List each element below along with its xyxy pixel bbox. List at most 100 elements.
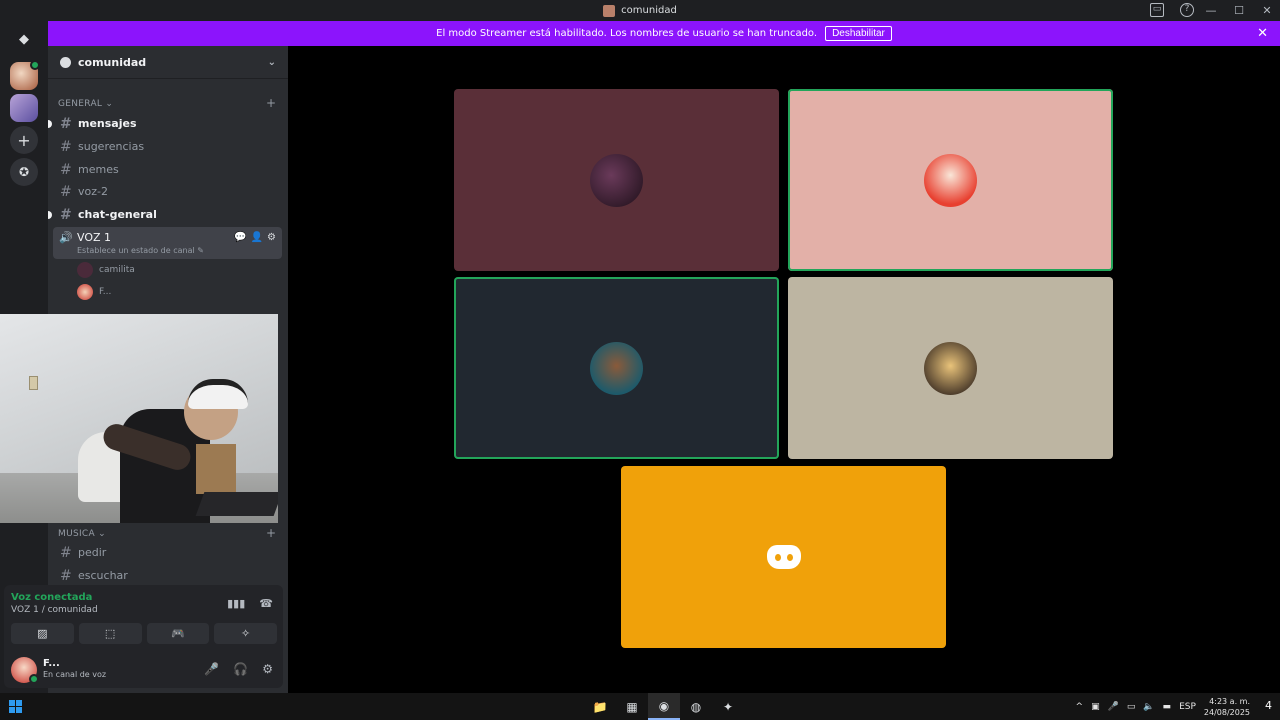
person-cap [188,379,248,409]
voice-channel-voz-1[interactable]: 🔊 VOZ 1 Establece un estado de canal ✎ 💬… [53,227,282,259]
help-icon[interactable]: ? [1180,3,1194,17]
channel-label: sugerencias [78,140,145,153]
channel-mensajes[interactable]: # mensajes [48,113,282,134]
close-icon[interactable]: ✕ [1257,26,1268,41]
user-settings-icon[interactable]: ⚙ [262,662,273,676]
tray-app-icon[interactable]: ▣ [1091,702,1100,712]
server-comunidad[interactable] [10,60,40,90]
voice-user-name: camilita [99,265,135,275]
language-indicator[interactable]: ESP [1179,702,1196,712]
windows-start-icon[interactable] [9,700,22,713]
participant-tile[interactable] [454,277,779,459]
user-name: F... [43,658,60,669]
notification-icon[interactable]: 4 [1265,699,1272,712]
discord-home-icon[interactable]: ◆ [10,25,38,53]
voice-channel-status[interactable]: Establece un estado de canal ✎ [77,246,204,255]
noise-suppression-icon[interactable]: ▮▮▮ [227,597,245,610]
avatar [590,153,643,207]
close-window-button[interactable]: ✕ [1260,4,1274,17]
server-other[interactable] [10,94,38,122]
voice-user[interactable]: F... [77,283,111,301]
voice-connected-channel[interactable]: VOZ 1 / comunidad [11,605,98,615]
battery-icon[interactable]: ▬ [1163,702,1172,712]
hash-icon: # [60,567,72,584]
cast-icon[interactable]: ▭ [1150,3,1164,17]
server-shield-icon [60,56,71,68]
voice-badge [30,60,40,70]
gear-icon[interactable]: ⚙ [267,232,276,243]
chevron-down-icon[interactable]: ⌄ [268,57,276,68]
avatar [77,262,93,278]
add-channel-icon[interactable]: + [266,526,276,540]
voice-stage [288,46,1280,693]
network-icon[interactable]: ▭ [1127,702,1136,712]
tray-mic-icon[interactable]: 🎤 [1108,702,1119,712]
webcam-overlay [0,314,278,523]
voice-user-name: F... [99,287,112,297]
hash-icon: # [60,161,72,178]
window-title: comunidad [621,5,677,16]
chrome-icon[interactable]: ◍ [680,693,712,720]
discord-taskbar-icon[interactable]: ◉ [648,693,680,720]
speaker-icon: 🔊 [59,231,73,244]
user-panel: Voz conectada VOZ 1 / comunidad ▮▮▮ ☎ ▨ … [4,585,283,688]
channel-pedir[interactable]: # pedir [53,542,282,563]
server-header[interactable]: comunidad ⌄ [48,46,288,79]
category-general[interactable]: GENERAL ⌄ [58,99,113,109]
add-server-icon[interactable]: + [10,126,38,154]
channel-memes[interactable]: # memes [53,159,282,180]
disconnect-icon[interactable]: ☎ [259,597,273,610]
channel-voz-2[interactable]: # voz-2 [53,181,282,202]
calculator-icon[interactable]: ▦ [616,693,648,720]
hash-icon: # [60,115,72,132]
chat-icon[interactable]: 💬 [234,232,246,243]
category-musica[interactable]: MUSICA ⌄ [58,529,106,539]
hash-icon: # [60,183,72,200]
invite-icon[interactable]: 👤 [251,232,263,243]
participant-tile[interactable] [621,466,946,648]
explore-icon[interactable]: ✪ [10,158,38,186]
soundboard-button[interactable]: ✧ [214,623,277,644]
share-screen-button[interactable]: ⬚ [78,623,142,644]
clock[interactable]: 4:23 a. m. 24/08/2025 [1204,696,1250,718]
channel-label: pedir [78,546,107,559]
headphones-icon[interactable]: 🎧 [233,662,248,676]
participant-tile[interactable] [788,89,1113,271]
windows-taskbar: 📁 ▦ ◉ ◍ ✦ ^ ▣ 🎤 ▭ 🔈 ▬ ESP 4:23 a. m. 24/… [0,693,1280,720]
tray-expand-icon[interactable]: ^ [1076,702,1084,712]
add-channel-icon[interactable]: + [266,96,276,110]
voice-connected-label[interactable]: Voz conectada [11,592,92,603]
file-explorer-icon[interactable]: 📁 [584,693,616,720]
participant-tile[interactable] [788,277,1113,459]
wall-switch [29,376,38,390]
channel-escuchar[interactable]: # escuchar [53,565,282,586]
banner-text: El modo Streamer está habilitado. Los no… [436,28,818,39]
hash-icon: # [60,544,72,561]
volume-icon[interactable]: 🔈 [1143,702,1154,712]
channel-label: memes [78,163,119,176]
window-titlebar: comunidad ▭ ? — ☐ ✕ [0,0,1280,21]
online-status-icon [29,674,39,684]
avatar [590,341,643,395]
microphone-icon[interactable]: 🎤 [204,662,219,676]
channel-label: chat-general [78,208,157,221]
cardboard-box [196,444,236,494]
server-name: comunidad [78,55,147,69]
server-icon [603,4,616,17]
voice-channel-name: VOZ 1 [77,231,112,244]
minimize-button[interactable]: — [1204,4,1218,17]
unread-indicator [48,210,52,219]
activities-button[interactable]: 🎮 [146,623,210,644]
hash-icon: # [60,206,72,223]
app-icon[interactable]: ✦ [712,693,744,720]
avatar [77,284,93,300]
voice-user[interactable]: camilita [77,261,135,279]
channel-label: escuchar [78,569,128,582]
camera-off-button[interactable]: ▨ [11,623,74,644]
hash-icon: # [60,138,72,155]
channel-chat-general[interactable]: # chat-general [48,204,282,225]
disable-streamer-button[interactable]: Deshabilitar [825,26,892,41]
maximize-button[interactable]: ☐ [1232,4,1246,17]
participant-tile[interactable] [454,89,779,271]
channel-sugerencias[interactable]: # sugerencias [53,136,282,157]
